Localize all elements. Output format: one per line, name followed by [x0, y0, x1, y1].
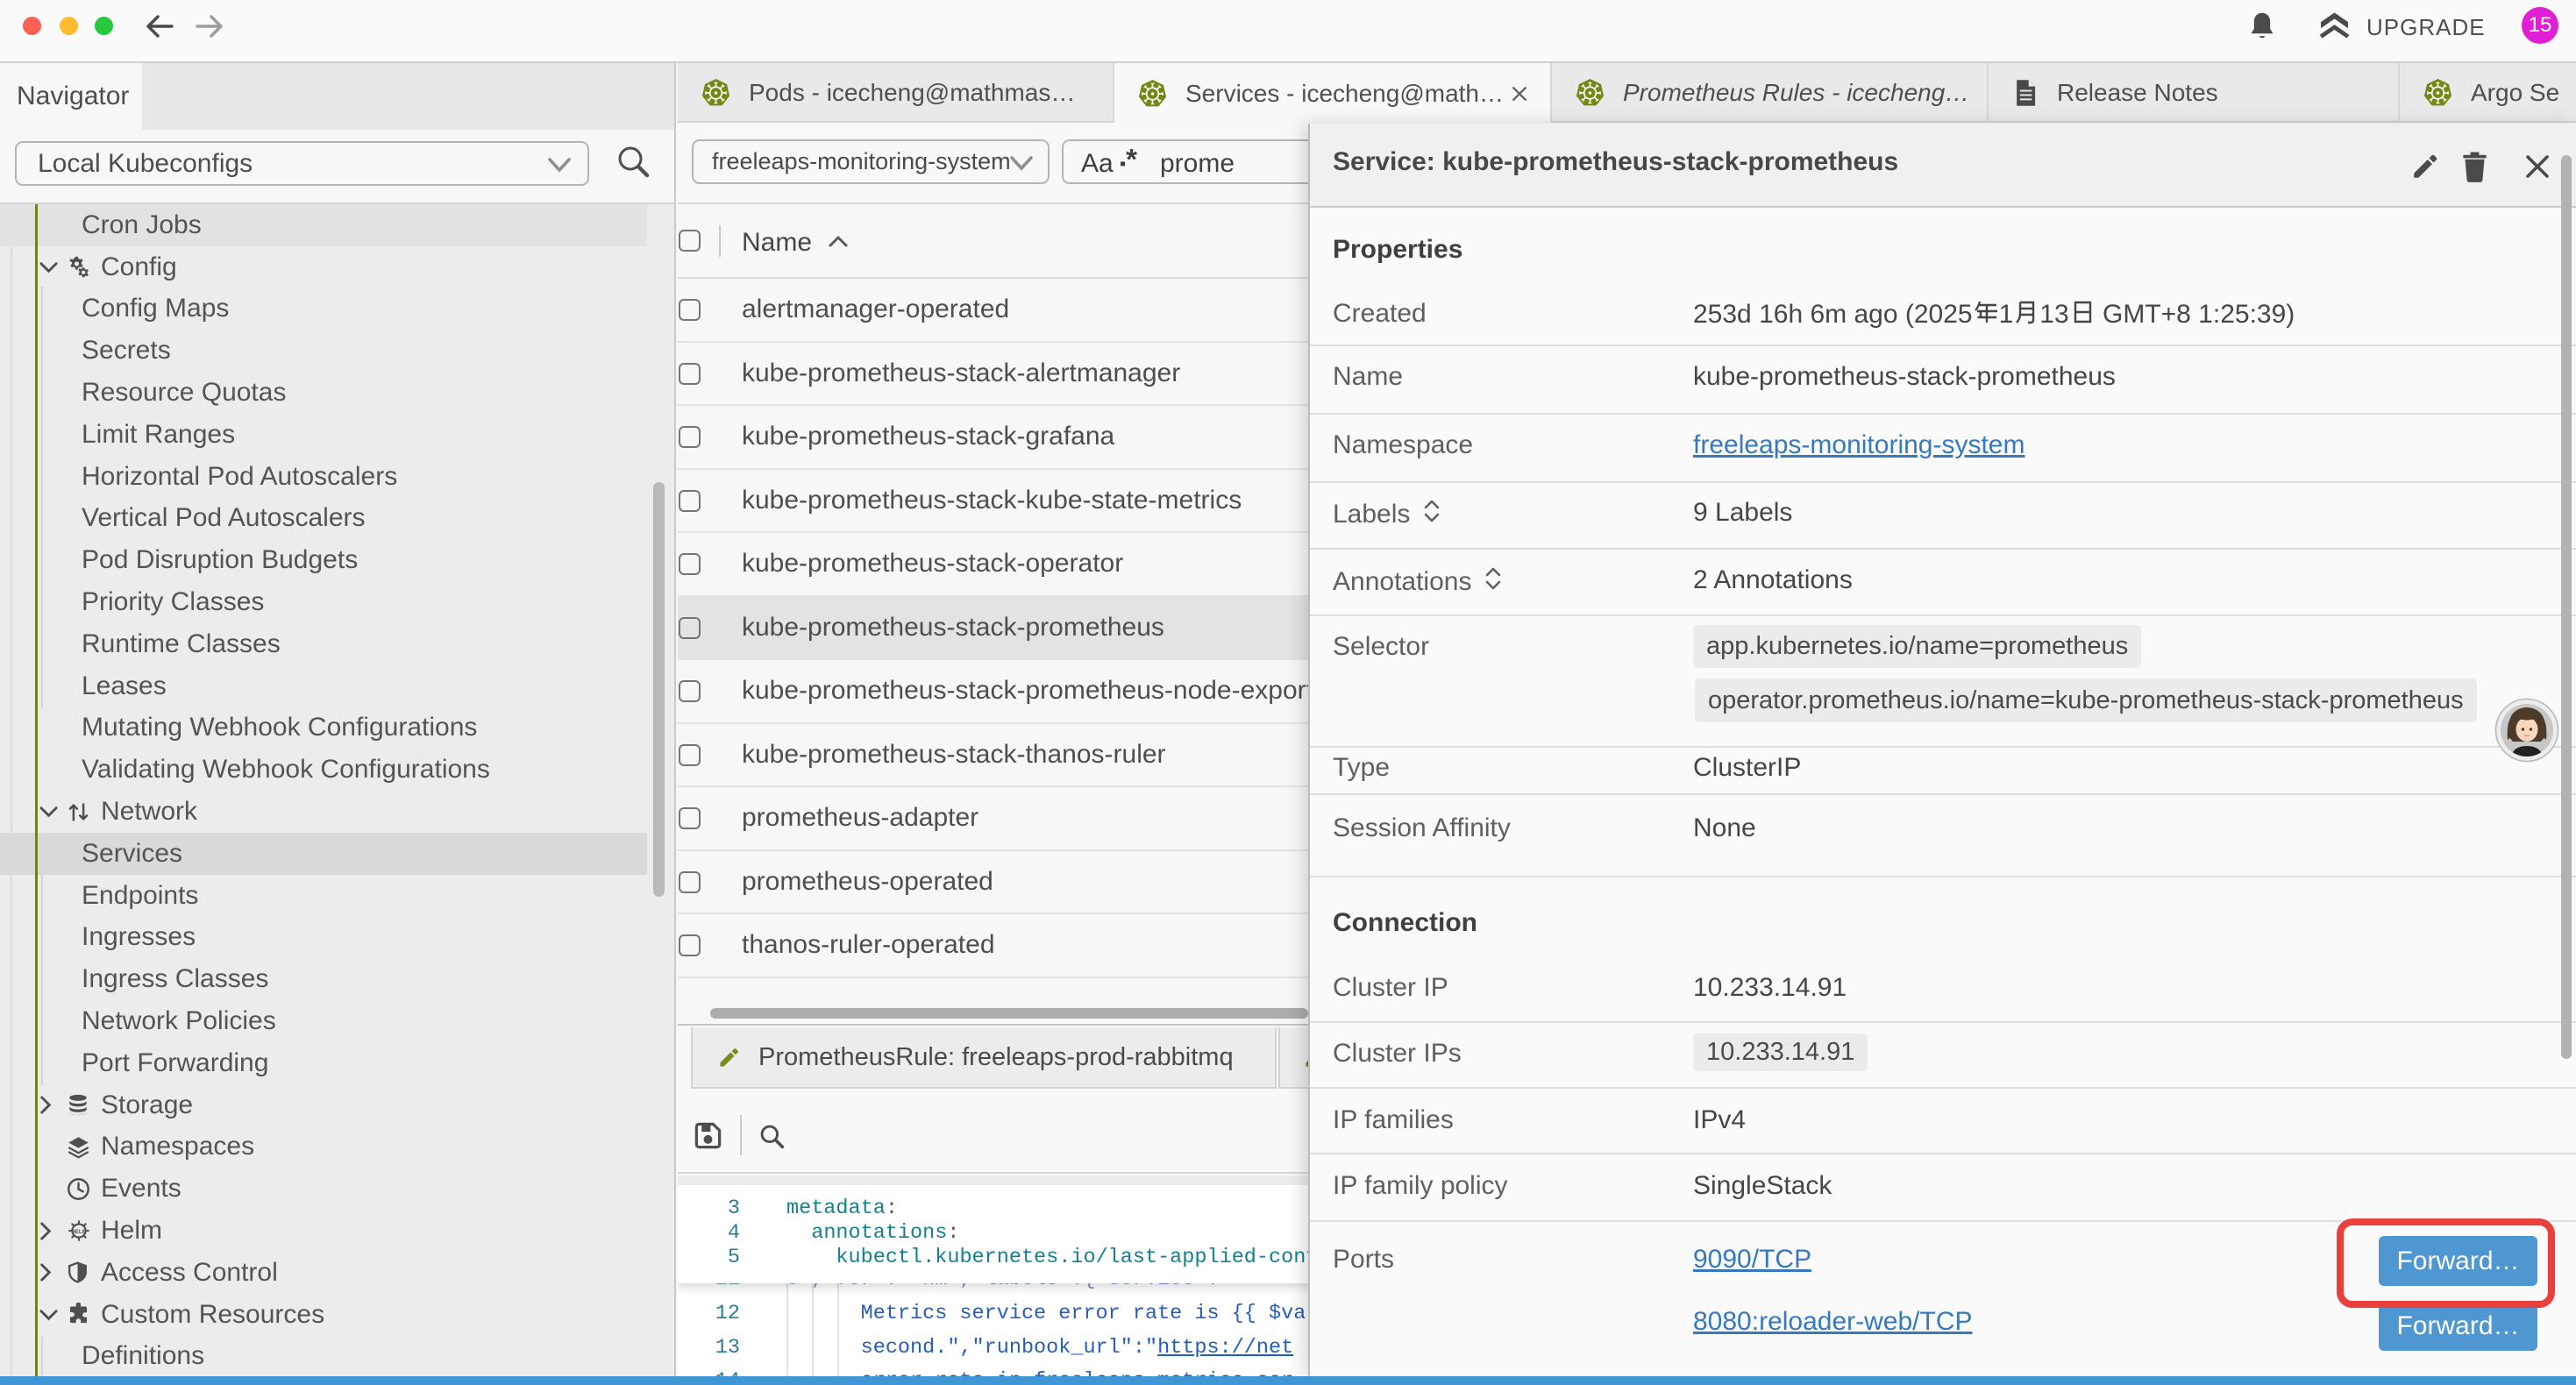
svg-text:HELM: HELM: [71, 1229, 87, 1235]
